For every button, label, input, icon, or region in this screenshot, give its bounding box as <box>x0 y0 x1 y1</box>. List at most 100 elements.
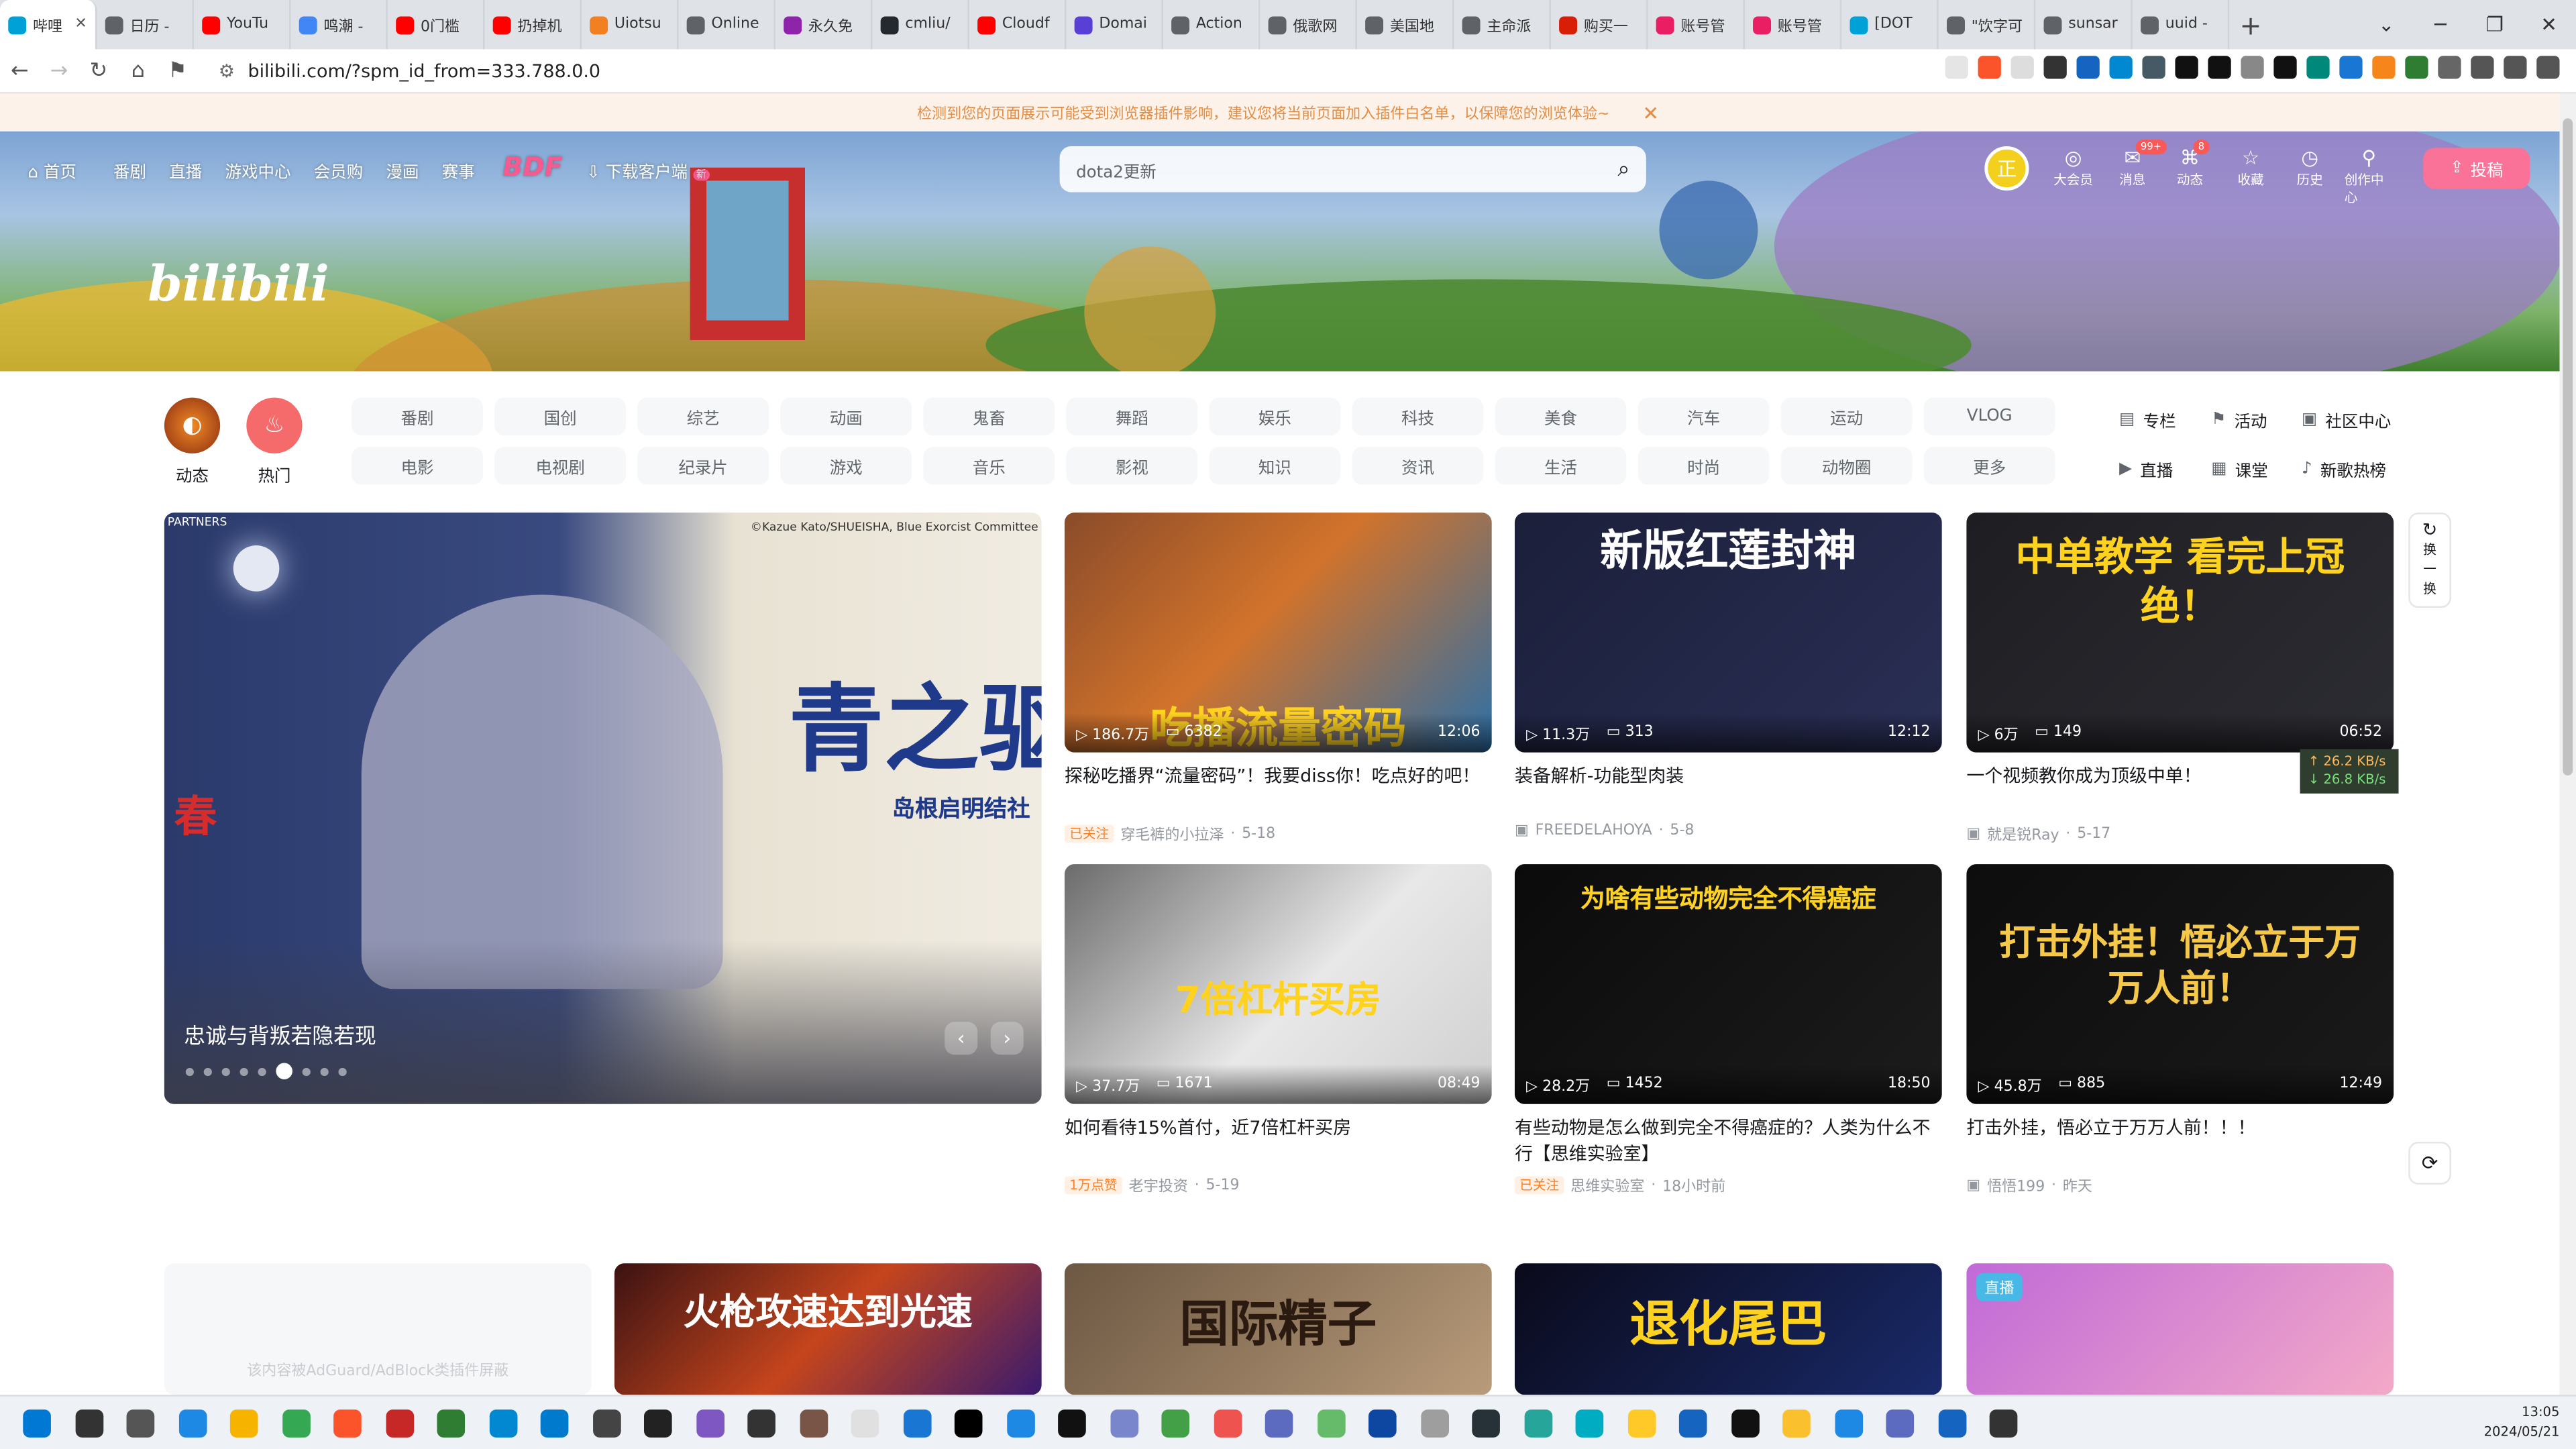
search-icon[interactable]: ⌕ <box>1618 157 1630 182</box>
video-title[interactable]: 如何看待15%首付，近7倍杠杆买房 <box>1065 1116 1492 1168</box>
extension-icon[interactable] <box>2076 56 2100 79</box>
channel-chip[interactable]: 娱乐 <box>1209 397 1341 435</box>
brave-shield-icon[interactable] <box>1978 56 2001 79</box>
scrollbar-thumb[interactable] <box>2563 118 2573 775</box>
video-card[interactable]: 打击外挂！悟必立于万万人前！ ▷ 45.8万 ▭ 885 12:49 打击外挂，… <box>1966 864 2394 1196</box>
taskbar-app-icon[interactable] <box>696 1409 724 1438</box>
browser-tab[interactable]: Cloudf <box>969 0 1067 50</box>
channel-chip[interactable]: 舞蹈 <box>1066 397 1198 435</box>
browser-tab[interactable]: 账号管 <box>1648 0 1745 50</box>
wallet-icon[interactable] <box>2504 56 2527 79</box>
browser-tab[interactable]: sunsar <box>2035 0 2133 50</box>
nav-esports[interactable]: 赛事 <box>442 158 475 182</box>
carousel-dot[interactable] <box>320 1067 329 1075</box>
browser-tab[interactable]: 账号管 <box>1745 0 1842 50</box>
side-link[interactable]: ♪ 新歌热榜 <box>2302 457 2386 482</box>
taskbar-app-icon[interactable] <box>954 1409 983 1438</box>
side-link[interactable]: ⚑ 活动 <box>2211 407 2267 432</box>
taskbar-app-icon[interactable] <box>1161 1409 1190 1438</box>
extension-icon[interactable] <box>2043 56 2067 79</box>
channel-chip[interactable]: VLOG <box>1923 397 2055 435</box>
channel-chip[interactable]: 国创 <box>494 397 627 435</box>
close-window-icon[interactable]: ✕ <box>2522 13 2576 36</box>
home-icon[interactable]: ⌂ <box>118 58 158 83</box>
nav-download-client[interactable]: ⇩ 下载客户端 新 <box>586 158 710 182</box>
video-card[interactable]: 新版红莲封神 ▷ 11.3万 ▭ 313 12:12 装备解析-功能型肉装 ▣ … <box>1514 513 1942 839</box>
reload-icon[interactable]: ↻ <box>79 58 119 83</box>
site-info-icon[interactable]: ⚙ <box>219 61 235 83</box>
maximize-icon[interactable]: ❐ <box>2467 13 2522 36</box>
taskbar-app-icon[interactable] <box>126 1409 155 1438</box>
video-card[interactable]: 中单教学 看完上冠绝！ ▷ 6万 ▭ 149 06:52 一个视频教你成为顶级中… <box>1966 513 2394 845</box>
carousel-dot[interactable] <box>338 1067 347 1075</box>
taskbar-app-icon[interactable] <box>902 1409 931 1438</box>
browser-tab[interactable]: "饮字可 <box>1939 0 2036 50</box>
channel-chip[interactable]: 美食 <box>1495 397 1627 435</box>
extension-icon[interactable] <box>2273 56 2297 79</box>
nav-game-center[interactable]: 游戏中心 <box>225 158 291 182</box>
channel-chip[interactable]: 生活 <box>1495 447 1627 485</box>
channel-chip[interactable]: 动物圈 <box>1780 447 1913 485</box>
forward-icon[interactable]: → <box>40 58 79 83</box>
bilibili-logo[interactable]: bilibili <box>148 256 329 314</box>
extension-icon[interactable] <box>2142 56 2165 79</box>
video-thumbnail[interactable]: 中单教学 看完上冠绝！ ▷ 6万 ▭ 149 06:52 <box>1966 513 2394 753</box>
close-icon[interactable]: ✕ <box>1642 101 1659 124</box>
system-tray-clock[interactable]: 13:05 2024/05/21 <box>2484 1403 2560 1442</box>
bookmark-icon[interactable]: ⚑ <box>158 58 197 83</box>
minimize-icon[interactable]: ─ <box>2414 13 2468 36</box>
start-icon[interactable] <box>23 1409 51 1438</box>
carousel-title[interactable]: 忠诚与背叛若隐若现 <box>184 1018 376 1050</box>
taskbar-app-icon[interactable] <box>1731 1409 1759 1438</box>
taskbar-app-icon[interactable] <box>644 1409 672 1438</box>
video-thumbnail[interactable]: 7倍杠杆买房 ▷ 37.7万 ▭ 1671 08:49 <box>1064 864 1492 1104</box>
extension-icon[interactable] <box>2339 56 2363 79</box>
video-card[interactable]: 7倍杠杆买房 ▷ 37.7万 ▭ 1671 08:49 如何看待15%首付，近7… <box>1064 864 1492 1196</box>
browser-tab[interactable]: Online <box>678 0 775 50</box>
video-card[interactable]: 吃播流量密码 ▷ 186.7万 ▭ 6382 12:06 探秘吃播界“流量密码”… <box>1064 513 1492 845</box>
extension-icon[interactable] <box>2109 56 2133 79</box>
nav-right-item[interactable]: ⚲ 创作中心 <box>2345 146 2394 207</box>
extensions-menu-icon[interactable] <box>2438 56 2461 79</box>
video-thumbnail[interactable]: 打击外挂！悟必立于万万人前！ ▷ 45.8万 ▭ 885 12:49 <box>1966 864 2394 1104</box>
video-author[interactable]: 悟悟199 <box>1987 1175 2045 1195</box>
nav-mall[interactable]: 会员购 <box>314 158 363 182</box>
browser-tab[interactable]: 哔哩 ✕ <box>0 0 97 50</box>
taskbar-app-icon[interactable] <box>592 1409 621 1438</box>
browser-tab[interactable]: uuid - <box>2133 0 2230 50</box>
taskbar-app-icon[interactable] <box>1213 1409 1242 1438</box>
channel-chip[interactable]: 时尚 <box>1638 447 1770 485</box>
carousel-dot[interactable] <box>185 1067 194 1075</box>
browser-tab[interactable]: 鸣潮 - <box>290 0 388 50</box>
carousel-dot-active[interactable] <box>276 1063 292 1079</box>
back-to-top-button[interactable]: ⟳ <box>2408 1142 2451 1185</box>
video-card[interactable]: 退化尾巴 <box>1514 1263 1942 1395</box>
channel-chip[interactable]: 影视 <box>1066 447 1198 485</box>
sidebar-icon[interactable] <box>2471 56 2494 79</box>
extension-icon[interactable] <box>2241 56 2264 79</box>
browser-tab[interactable]: 美国地 <box>1357 0 1454 50</box>
taskbar-app-icon[interactable] <box>1472 1409 1500 1438</box>
browser-tab[interactable]: 主命派 <box>1454 0 1551 50</box>
browser-tab[interactable]: Domai <box>1066 0 1163 50</box>
nav-manga[interactable]: 漫画 <box>386 158 419 182</box>
channel-chip[interactable]: 运动 <box>1780 397 1913 435</box>
browser-tab[interactable]: 扔掉机 <box>484 0 582 50</box>
user-avatar[interactable]: 正 <box>1984 146 2029 191</box>
browser-tab[interactable]: 俄歌网 <box>1260 0 1357 50</box>
channel-hot[interactable]: ♨ 热门 <box>246 397 303 486</box>
channel-chip[interactable]: 资讯 <box>1352 447 1484 485</box>
extension-icon[interactable] <box>2405 56 2428 79</box>
browser-tab[interactable]: 0门槛 <box>388 0 485 50</box>
share-icon[interactable] <box>1945 56 1968 79</box>
video-title[interactable]: 装备解析-功能型肉装 <box>1515 764 1942 816</box>
taskbar-app-icon[interactable] <box>1316 1409 1345 1438</box>
banner-carousel[interactable]: 青之驱魔 岛根启明结社 春 PARTNERS ©Kazue Kato/SHUEI… <box>164 513 1042 1104</box>
side-link[interactable]: ▤ 专栏 <box>2119 407 2176 432</box>
video-title[interactable]: 打击外挂，悟必立于万万人前！！！ <box>1966 1116 2394 1168</box>
video-thumbnail[interactable]: 新版红莲封神 ▷ 11.3万 ▭ 313 12:12 <box>1514 513 1942 753</box>
channel-chip[interactable]: 动画 <box>780 397 912 435</box>
nav-live[interactable]: 直播 <box>169 158 202 182</box>
metamask-icon[interactable] <box>2372 56 2396 79</box>
video-author[interactable]: 穿毛裤的小拉泽 <box>1120 823 1224 844</box>
